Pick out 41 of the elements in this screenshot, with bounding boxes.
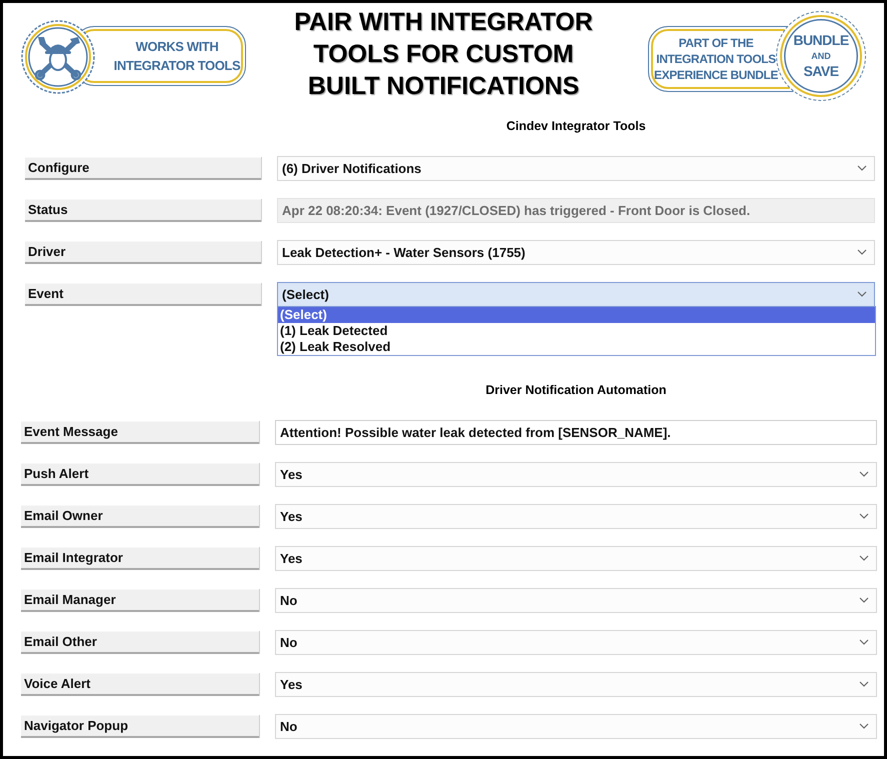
- chevron-down-icon: [857, 249, 867, 255]
- chevron-down-icon: [859, 513, 869, 519]
- field-label: Push Alert: [21, 462, 259, 486]
- dropdown[interactable]: Leak Detection+ - Water Sensors (1755): [277, 240, 875, 264]
- status-field: Apr 22 08:20:34: Event (1927/CLOSED) has triggered - Front Door is Closed.: [277, 198, 875, 222]
- field-label: Event Message: [21, 420, 259, 444]
- dropdown-option[interactable]: (Select): [278, 307, 875, 323]
- section-title: Driver Notification Automation: [486, 383, 666, 397]
- field-label: Voice Alert: [21, 672, 259, 696]
- dropdown[interactable]: (6) Driver Notifications: [277, 156, 875, 180]
- field-label: Configure: [25, 156, 261, 180]
- chevron-down-icon: [859, 639, 869, 645]
- dropdown[interactable]: Yes: [275, 462, 877, 486]
- section-title: Cindev Integrator Tools: [506, 119, 646, 133]
- dropdown-option[interactable]: (1) Leak Detected: [278, 323, 875, 339]
- dropdown[interactable]: (Select): [277, 282, 875, 306]
- page-title: PAIR WITH INTEGRATOR TOOLS FOR CUSTOM BUILT NOTIFICATIONS: [294, 6, 593, 102]
- field-label: Driver: [25, 240, 261, 264]
- chevron-down-icon: [859, 723, 869, 729]
- dropdown[interactable]: No: [275, 630, 877, 654]
- input-field[interactable]: Attention! Possible water leak detected from [SENSOR_NAME].: [275, 420, 877, 444]
- field-label: Navigator Popup: [21, 714, 259, 738]
- field-label: Email Owner: [21, 504, 259, 528]
- field-label: Status: [25, 198, 261, 222]
- dropdown[interactable]: Yes: [275, 504, 877, 528]
- chevron-down-icon: [857, 291, 867, 297]
- dropdown[interactable]: No: [275, 588, 877, 612]
- dropdown[interactable]: Yes: [275, 672, 877, 696]
- chevron-down-icon: [859, 555, 869, 561]
- field-label: Event: [25, 282, 261, 306]
- chevron-down-icon: [859, 471, 869, 477]
- chevron-down-icon: [857, 165, 867, 171]
- field-label: Email Other: [21, 630, 259, 654]
- field-label: Email Manager: [21, 588, 259, 612]
- helmet-wrench-icon: [20, 18, 96, 94]
- dropdown-option[interactable]: (2) Leak Resolved: [278, 339, 875, 355]
- dropdown[interactable]: No: [275, 714, 877, 738]
- dropdown[interactable]: Yes: [275, 546, 877, 570]
- field-label: Email Integrator: [21, 546, 259, 570]
- chevron-down-icon: [859, 597, 869, 603]
- chevron-down-icon: [859, 681, 869, 687]
